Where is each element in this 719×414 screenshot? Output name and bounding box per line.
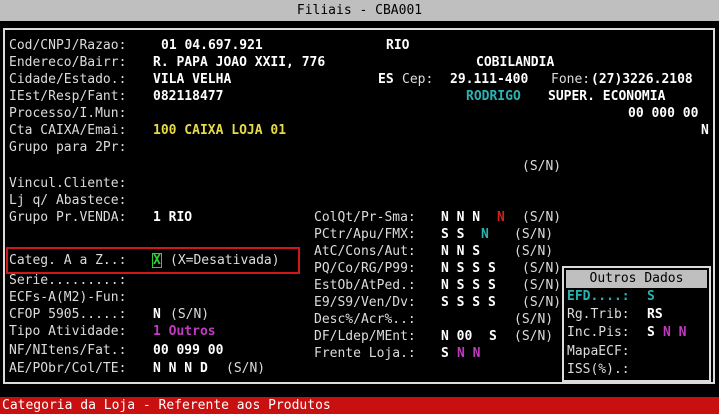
cod-field[interactable]: 01 04.697.921 — [161, 38, 263, 54]
atc-sn: (S/N) — [514, 244, 554, 259]
colqt-values[interactable]: N N N — [441, 210, 480, 226]
ae-field[interactable]: N N N D — [153, 361, 208, 377]
fone-field[interactable]: (27)3226.2108 — [591, 72, 693, 88]
estob-sn: (S/N) — [522, 278, 562, 293]
efd-field[interactable]: S — [647, 289, 655, 305]
cfop-sn: (S/N) — [170, 307, 210, 322]
cfop-label: CFOP 5905.....: — [9, 307, 127, 322]
incpis-field-1[interactable]: S — [647, 325, 655, 341]
categ-field[interactable]: X — [153, 253, 161, 269]
pq-values[interactable]: N S S S — [441, 261, 496, 277]
frente-value-2[interactable]: N N — [457, 346, 480, 362]
endereco-label: Endereco/Bairr: — [9, 55, 127, 70]
cta-label: Cta CAIXA/Emai: — [9, 123, 127, 138]
efd-label: EFD....: — [567, 289, 630, 304]
colqt-label: ColQt/Pr-Sma: — [314, 210, 416, 225]
df-ment[interactable]: S — [489, 329, 497, 345]
iest-label: IEst/Resp/Fant: — [9, 89, 127, 104]
nf-label: NF/NItens/Fat.: — [9, 343, 127, 358]
iest-field[interactable]: 082118477 — [153, 89, 223, 105]
cod-label: Cod/CNPJ/Razao: — [9, 38, 127, 53]
desc-sn: (S/N) — [514, 312, 554, 327]
grupo2pr-label: Grupo para 2Pr: — [9, 140, 127, 155]
rgtrib-field[interactable]: RS — [647, 307, 663, 323]
cfop-field[interactable]: N — [153, 307, 161, 323]
pq-sn: (S/N) — [522, 261, 562, 276]
e9-sn: (S/N) — [522, 295, 562, 310]
processo-label: Processo/I.Mun: — [9, 106, 127, 121]
atc-label: AtC/Cons/Aut: — [314, 244, 416, 259]
categ-label: Categ. A a Z..: — [9, 253, 127, 268]
cta-field[interactable]: 100 CAIXA LOJA 01 — [153, 123, 286, 139]
pctr-label: PCtr/Apu/FMX: — [314, 227, 416, 242]
grupo2pr-sn: (S/N) — [522, 159, 562, 174]
pctr-sn: (S/N) — [514, 227, 554, 242]
estado-field[interactable]: ES — [378, 72, 394, 88]
email-flag[interactable]: N — [701, 123, 709, 139]
df-sn: (S/N) — [514, 329, 554, 344]
lj-label: Lj q/ Abastece: — [9, 193, 127, 208]
cidade-label: Cidade/Estado.: — [9, 72, 127, 87]
grupovenda-field[interactable]: 1 RIO — [153, 210, 192, 226]
colqt-sn: (S/N) — [522, 210, 562, 225]
cep-label: Cep: — [402, 72, 434, 87]
estob-label: EstOb/AtPed.: — [314, 278, 416, 293]
vincul-label: Vincul.Cliente: — [9, 176, 127, 191]
tipo-field[interactable]: 1 Outros — [153, 324, 216, 340]
popup-title: Outros Dados — [566, 270, 707, 288]
serie-label: Serie.........: — [9, 273, 127, 288]
incpis-label: Inc.Pis: — [567, 325, 630, 340]
rgtrib-label: Rg.Trib: — [567, 307, 630, 322]
categ-hint: (X=Desativada) — [170, 253, 280, 268]
mapaecf-label: MapaECF: — [567, 344, 630, 359]
e9-label: E9/S9/Ven/Dv: — [314, 295, 416, 310]
ae-sn: (S/N) — [226, 361, 266, 376]
iss-label: ISS(%).: — [567, 362, 630, 377]
df-values[interactable]: N 00 — [441, 329, 472, 345]
pctr-fmx[interactable]: N — [481, 227, 489, 243]
ae-label: AE/PObr/Col/TE: — [9, 361, 127, 376]
grupovenda-label: Grupo Pr.VENDA: — [9, 210, 127, 225]
razao-field[interactable]: RIO — [386, 38, 409, 54]
colqt-sma[interactable]: N — [497, 210, 505, 226]
fone-label: Fone: — [551, 72, 591, 87]
df-label: DF/Ldep/MEnt: — [314, 329, 416, 344]
atc-values[interactable]: N N S — [441, 244, 480, 260]
bairro-field[interactable]: COBILANDIA — [476, 55, 554, 71]
cep-field[interactable]: 29.111-400 — [450, 72, 528, 88]
endereco-field[interactable]: R. PAPA JOAO XXII, 776 — [153, 55, 325, 71]
resp-field[interactable]: RODRIGO — [466, 89, 521, 105]
frente-value-1[interactable]: S — [441, 346, 449, 362]
tipo-label: Tipo Atividade: — [9, 324, 127, 339]
status-bar: Categoria da Loja - Referente aos Produt… — [0, 397, 719, 414]
desc-label: Desc%/Acr%..: — [314, 312, 416, 327]
window-title: Filiais - CBA001 — [0, 0, 719, 21]
pq-label: PQ/Co/RG/P99: — [314, 261, 416, 276]
cidade-field[interactable]: VILA VELHA — [153, 72, 231, 88]
frente-label: Frente Loja.: — [314, 346, 416, 361]
estob-values[interactable]: N S S S — [441, 278, 496, 294]
incpis-field-2[interactable]: N N — [663, 325, 686, 341]
nf-field[interactable]: 00 099 00 — [153, 343, 223, 359]
pctr-values[interactable]: S S — [441, 227, 464, 243]
imun-field[interactable]: 00 000 00 — [628, 106, 698, 122]
ecfs-label: ECFs-A(M2)-Fun: — [9, 290, 127, 305]
e9-values[interactable]: S S S S — [441, 295, 496, 311]
fant-field[interactable]: SUPER. ECONOMIA — [548, 89, 665, 105]
